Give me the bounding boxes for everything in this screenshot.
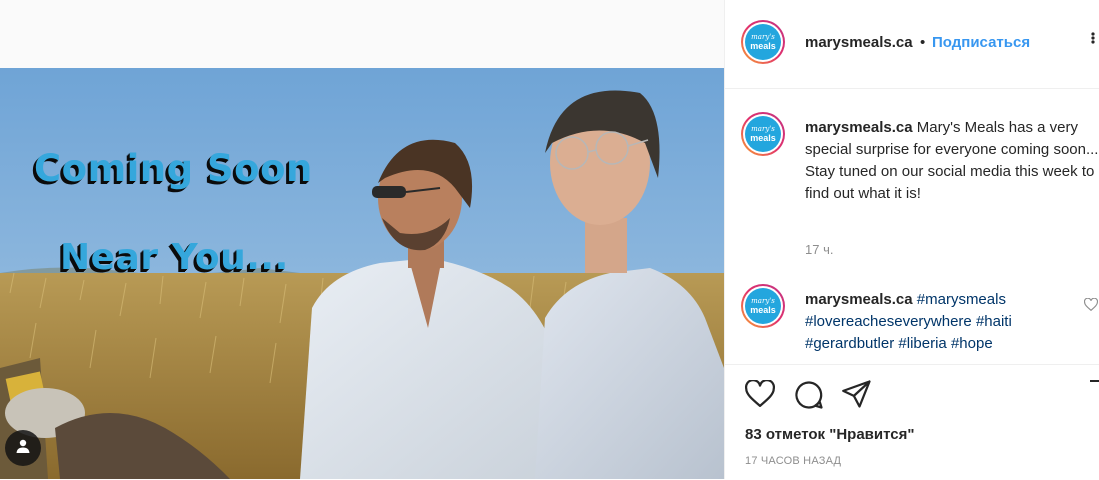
user-icon [15,438,31,459]
more-options-icon[interactable] [1086,28,1099,51]
follow-button[interactable]: Подписаться [932,34,1030,51]
caption-username[interactable]: marysmeals.ca [805,119,913,136]
caption-avatar[interactable]: mary's meals [741,112,785,156]
send-icon[interactable] [842,380,872,413]
header-separator: • [920,34,926,51]
post-details-panel: mary's meals marysmeals.ca • Подписаться… [724,0,1099,479]
likes-count[interactable]: 83 отметок "Нравится" [745,426,914,443]
header-username[interactable]: marysmeals.ca [805,34,913,51]
feed-background-strip [0,0,724,68]
post-header: mary's meals marysmeals.ca • Подписаться [725,0,1099,89]
header-avatar[interactable]: mary's meals [741,20,785,64]
post-actions: 83 отметок "Нравится" 17 часов назад [725,364,1099,480]
comment: marysmeals.ca #marysmeals #lovereachesev… [805,289,1075,355]
overlay-text-near-you: Near You... [60,237,289,278]
comment-avatar[interactable]: mary's meals [741,284,785,328]
comment-username[interactable]: marysmeals.ca [805,291,913,308]
hashtag-link[interactable]: #gerardbutler [805,335,894,352]
post-timestamp[interactable]: 17 часов назад [745,455,841,467]
hashtag-link[interactable]: #hope [951,335,993,352]
marys-meals-logo: mary's meals [745,116,781,152]
caption: marysmeals.ca Mary's Meals has a very sp… [805,117,1099,205]
comment-icon[interactable] [794,380,824,415]
marys-meals-logo: mary's meals [745,288,781,324]
hashtag-link[interactable]: #haiti [976,313,1012,330]
comment-like-heart-icon[interactable] [1083,297,1099,316]
heart-icon[interactable] [744,379,776,413]
hashtag-link[interactable]: #liberia [898,335,946,352]
marys-meals-logo: mary's meals [745,24,781,60]
hashtag-link[interactable]: #lovereacheseverywhere [805,313,972,330]
hashtag-link[interactable]: #marysmeals [917,291,1006,308]
caption-time[interactable]: 17 ч. [805,242,833,257]
overlay-text-coming-soon: Coming Soon [34,147,313,190]
bookmark-icon[interactable] [1089,380,1099,415]
user-tags-button[interactable] [5,430,41,466]
